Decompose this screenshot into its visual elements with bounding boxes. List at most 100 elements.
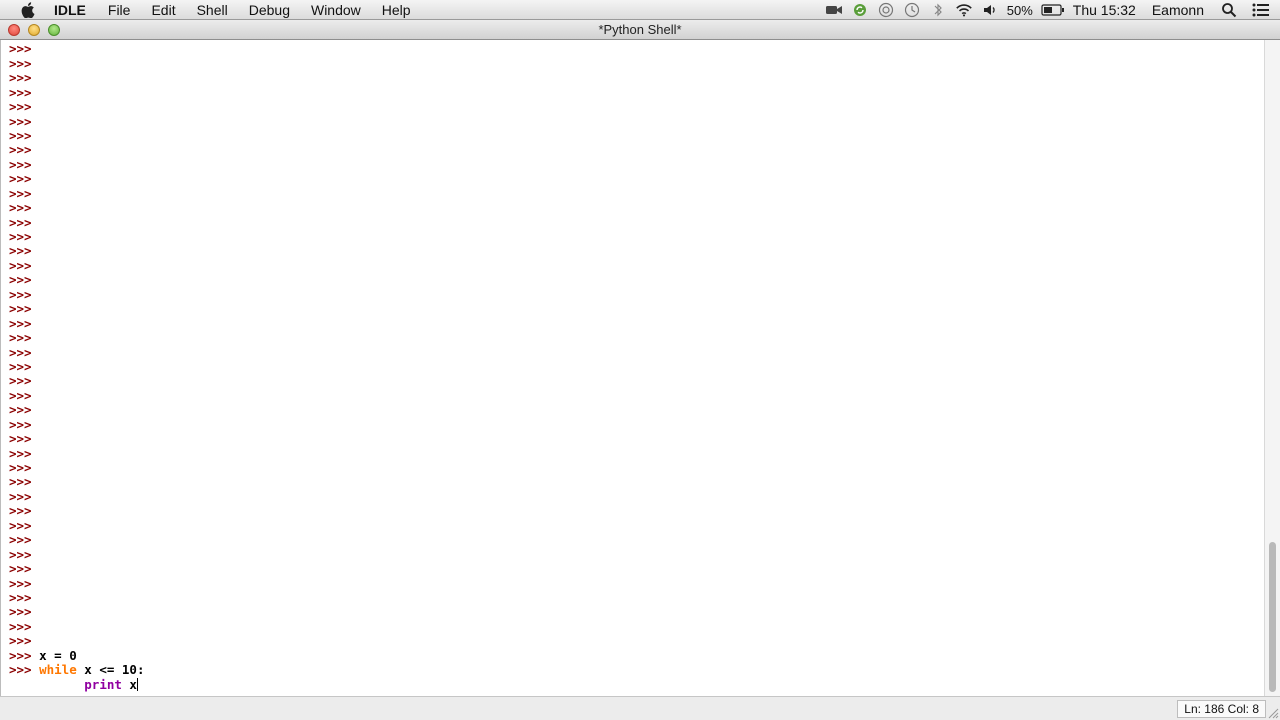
shell-prompt: >>>: [9, 546, 32, 562]
minimize-button[interactable]: [28, 24, 40, 36]
shell-prompt: >>>: [9, 373, 32, 389]
shell-prompt: >>>: [9, 229, 32, 244]
shell-prompt-line: >>>: [9, 475, 144, 489]
menu-file[interactable]: File: [108, 2, 131, 18]
shell-code-line: >>> x = 0: [9, 647, 144, 663]
shell-prompt-line: >>>: [9, 315, 144, 331]
vertical-scrollbar[interactable]: [1264, 40, 1280, 698]
shell-prompt: >>>: [9, 113, 32, 129]
shell-code-line: >>> while x <= 10:: [9, 662, 145, 678]
shell-code-line: print x: [9, 676, 144, 692]
shell-prompt: >>>: [9, 257, 32, 273]
shell-prompt: >>>: [9, 243, 32, 259]
zoom-button[interactable]: [48, 24, 60, 36]
shell-prompt: >>>: [9, 633, 32, 649]
cursor-position: Ln: 186 Col: 8: [1177, 700, 1266, 718]
menu-app-idle[interactable]: IDLE: [54, 2, 86, 18]
shell-prompt: >>>: [9, 488, 32, 504]
shell-prompt: >>>: [9, 156, 32, 172]
shell-prompt-line: >>>: [9, 127, 144, 143]
shell-prompt-line: >>>: [9, 301, 144, 317]
shell-output: >>> >>> >>> >>> >>> >>> >>> >>> >>> >>> >>> >>> >>> >…: [9, 42, 144, 692]
shell-prompt: >>>: [9, 301, 32, 317]
shell-prompt-line: >>>: [9, 532, 144, 548]
shell-prompt: >>>: [9, 445, 32, 461]
shell-prompt: >>>: [9, 517, 32, 533]
shell-prompt: >>>: [9, 460, 32, 475]
shell-prompt: >>>: [9, 84, 32, 100]
battery-icon[interactable]: [1041, 2, 1065, 18]
shell-prompt-line: >>>: [9, 330, 144, 345]
status-bar: Ln: 186 Col: 8: [0, 696, 1280, 720]
shell-prompt: >>>: [9, 55, 32, 71]
battery-percent: 50%: [1006, 2, 1033, 18]
menu-user[interactable]: Eamonn: [1152, 2, 1204, 18]
shell-prompt: >>>: [9, 185, 32, 201]
notification-center-icon[interactable]: [1252, 2, 1270, 18]
shell-prompt-line: >>>: [9, 416, 144, 432]
code-token-builtin: print: [84, 676, 122, 692]
shell-prompt: >>>: [9, 431, 32, 447]
resize-grip-icon[interactable]: [1268, 708, 1279, 719]
shell-prompt-line: >>>: [9, 403, 144, 417]
python-shell-text-area[interactable]: >>> >>> >>> >>> >>> >>> >>> >>> >>> >>> >>> >>> >>> >…: [0, 40, 1264, 696]
bluetooth-icon[interactable]: [929, 2, 947, 18]
code-token-keyword: while: [39, 662, 77, 678]
sync-icon[interactable]: [851, 2, 869, 18]
spotlight-search-icon[interactable]: [1220, 2, 1238, 18]
shell-prompt-line: >>>: [9, 200, 144, 215]
shell-prompt-line: >>>: [9, 358, 144, 374]
menu-window[interactable]: Window: [311, 2, 361, 18]
shell-prompt: >>>: [9, 344, 32, 360]
shell-prompt: >>>: [9, 99, 32, 115]
shell-prompt: >>>: [9, 474, 32, 490]
shell-prompt: >>>: [9, 416, 32, 432]
volume-icon[interactable]: [981, 2, 999, 18]
wifi-icon[interactable]: [955, 2, 973, 18]
shell-prompt: >>>: [9, 127, 32, 143]
shell-prompt-line: >>>: [9, 575, 144, 591]
facetime-camera-icon[interactable]: [825, 2, 843, 18]
shell-prompt: >>>: [9, 214, 32, 230]
menu-clock[interactable]: Thu 15:32: [1073, 2, 1136, 18]
time-machine-icon[interactable]: [903, 2, 921, 18]
shell-prompt-line: >>>: [9, 561, 144, 576]
close-button[interactable]: [8, 24, 20, 36]
text-cursor: [136, 677, 138, 691]
window-title: *Python Shell*: [598, 22, 682, 37]
shell-prompt: >>>: [9, 41, 32, 57]
shell-prompt: >>>: [9, 575, 32, 591]
shell-prompt-line: >>>: [9, 431, 144, 447]
shell-prompt-line: >>>: [9, 55, 144, 71]
shell-prompt-line: >>>: [9, 99, 144, 115]
screen-share-icon[interactable]: [877, 2, 895, 18]
shell-prompt: >>>: [9, 272, 32, 288]
menu-shell[interactable]: Shell: [197, 2, 228, 18]
shell-prompt: >>>: [9, 604, 32, 620]
shell-prompt: >>>: [9, 358, 32, 374]
shell-prompt-line: >>>: [9, 589, 144, 605]
menu-extras: 50% Thu 15:32 Eamonn: [825, 0, 1280, 20]
shell-prompt-line: >>>: [9, 156, 144, 172]
window-title-bar[interactable]: *Python Shell*: [0, 20, 1280, 40]
scrollbar-thumb[interactable]: [1269, 542, 1276, 692]
shell-prompt: >>>: [9, 618, 32, 634]
shell-prompt: >>>: [9, 315, 32, 331]
shell-prompt-line: >>>: [9, 488, 144, 504]
shell-prompt-line: >>>: [9, 84, 144, 100]
menu-debug[interactable]: Debug: [249, 2, 290, 18]
shell-prompt: >>>: [9, 532, 32, 548]
menu-help[interactable]: Help: [382, 2, 411, 18]
shell-prompt-line: >>>: [9, 605, 144, 619]
shell-prompt: >>>: [9, 589, 32, 605]
code-token-plain: x <= 10:: [76, 662, 145, 678]
shell-prompt: >>>: [9, 286, 32, 302]
shell-prompt-line: >>>: [9, 70, 144, 85]
shell-prompt-line: >>>: [9, 143, 144, 157]
menu-edit[interactable]: Edit: [151, 2, 175, 18]
shell-prompt: >>>: [9, 647, 40, 663]
code-token-plain: x = 0: [39, 647, 77, 663]
shell-indent: [9, 677, 84, 692]
shell-prompt-line: >>>: [9, 273, 144, 287]
apple-logo-icon[interactable]: [18, 1, 38, 18]
